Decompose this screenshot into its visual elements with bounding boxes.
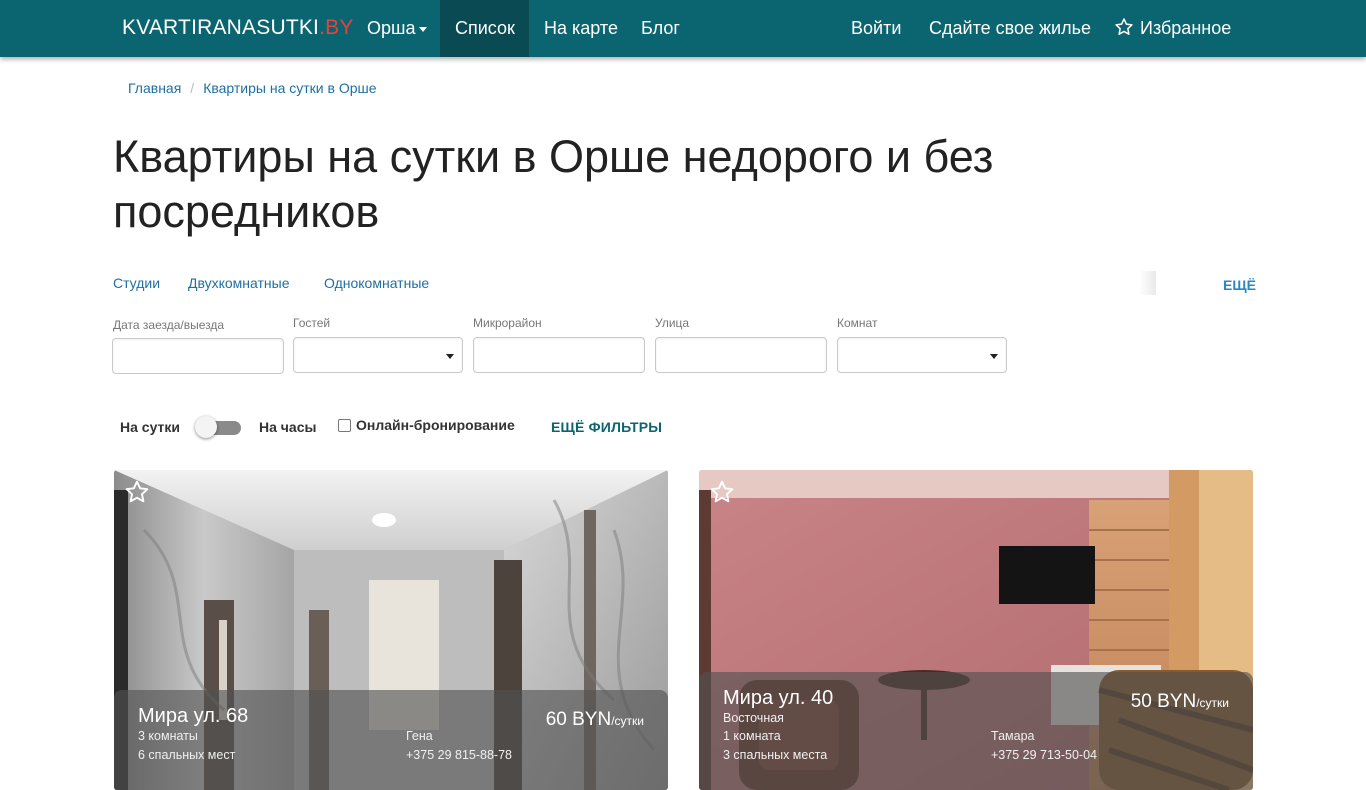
- city-label: Орша: [367, 18, 416, 38]
- online-booking-label[interactable]: Онлайн-бронирование: [356, 417, 515, 433]
- listing-host: Гена: [406, 729, 433, 743]
- site-logo[interactable]: KVARTIRANASUTKI.BY: [122, 16, 354, 40]
- guests-label: Гостей: [293, 316, 331, 330]
- listing-rooms: 3 комнаты: [138, 729, 198, 743]
- top-navbar: KVARTIRANASUTKI.BY Орша Список На карте …: [0, 0, 1366, 57]
- price-value: 50 BYN: [1130, 691, 1197, 712]
- rent-out-link[interactable]: Сдайте свое жилье: [914, 0, 1106, 57]
- listing-district: Восточная: [723, 711, 784, 725]
- star-icon: [1115, 18, 1133, 35]
- favorite-star-icon[interactable]: [124, 479, 150, 505]
- favorite-star-icon[interactable]: [709, 479, 735, 505]
- brand-suffix: .BY: [319, 16, 354, 39]
- dates-label: Дата заезда/выезда: [113, 318, 225, 332]
- listing-info: Мира ул. 40 50 BYN/сутки Восточная 1 ком…: [699, 672, 1253, 790]
- listing-rooms: 1 комната: [723, 729, 781, 743]
- nav-blog-label: Блог: [641, 18, 680, 38]
- quick-link-two-room[interactable]: Двухкомнатные: [188, 275, 290, 291]
- breadcrumb-separator: /: [190, 80, 195, 96]
- quick-links-more[interactable]: ЕЩЁ: [1223, 277, 1256, 293]
- street-input[interactable]: [655, 337, 827, 373]
- daily-label: На сутки: [120, 419, 180, 435]
- scroll-fade: [1139, 271, 1156, 295]
- nav-list-label: Список: [455, 18, 515, 38]
- breadcrumb-home[interactable]: Главная: [128, 80, 181, 96]
- toggle-knob: [195, 416, 217, 438]
- listing-title[interactable]: Мира ул. 40: [723, 687, 833, 710]
- breadcrumb-current[interactable]: Квартиры на сутки в Орше: [203, 80, 376, 96]
- listing-info: Мира ул. 68 60 BYN/сутки 3 комнаты 6 спа…: [114, 690, 668, 790]
- breadcrumb: Главная / Квартиры на сутки в Орше: [128, 80, 377, 96]
- chevron-down-icon: [446, 354, 454, 359]
- price-unit: /сутки: [1196, 696, 1229, 710]
- favorites-link[interactable]: Избранное: [1099, 0, 1246, 57]
- rooms-label: Комнат: [837, 316, 878, 330]
- rooms-select[interactable]: [837, 337, 1007, 373]
- city-dropdown[interactable]: Орша: [352, 0, 442, 57]
- district-input[interactable]: [473, 337, 645, 373]
- listing-beds: 6 спальных мест: [138, 748, 236, 762]
- listing-phone[interactable]: +375 29 713-50-04: [991, 748, 1097, 762]
- dates-input[interactable]: [112, 338, 284, 374]
- chevron-down-icon: [990, 354, 998, 359]
- nav-map-label: На карте: [544, 18, 618, 38]
- district-label: Микрорайон: [473, 316, 542, 330]
- price-value: 60 BYN: [545, 709, 612, 730]
- online-booking-checkbox[interactable]: [338, 419, 351, 432]
- brand-name: KVARTIRANASUTKI: [122, 16, 320, 39]
- listing-phone[interactable]: +375 29 815-88-78: [406, 748, 512, 762]
- login-label: Войти: [851, 18, 902, 38]
- listing-card[interactable]: Мира ул. 68 60 BYN/сутки 3 комнаты 6 спа…: [114, 470, 668, 790]
- page-title: Квартиры на сутки в Орше недорого и без …: [113, 131, 994, 237]
- quick-link-studios[interactable]: Студии: [113, 275, 160, 291]
- rent-out-label: Сдайте свое жилье: [929, 18, 1091, 38]
- listing-card[interactable]: Мира ул. 40 50 BYN/сутки Восточная 1 ком…: [699, 470, 1253, 790]
- more-filters-button[interactable]: ЕЩЁ ФИЛЬТРЫ: [551, 419, 662, 435]
- daily-hourly-toggle[interactable]: [195, 416, 241, 438]
- listing-beds: 3 спальных места: [723, 748, 828, 762]
- price-unit: /сутки: [611, 714, 644, 728]
- listing-price: 50 BYN/сутки: [1131, 691, 1229, 713]
- street-label: Улица: [655, 316, 690, 330]
- chevron-down-icon: [419, 26, 428, 32]
- nav-map[interactable]: На карте: [529, 0, 633, 57]
- listing-host: Тамара: [991, 729, 1035, 743]
- listing-price: 60 BYN/сутки: [546, 709, 644, 731]
- hourly-label: На часы: [259, 419, 317, 435]
- listing-title[interactable]: Мира ул. 68: [138, 705, 248, 728]
- nav-list[interactable]: Список: [440, 0, 529, 57]
- login-link[interactable]: Войти: [836, 0, 916, 57]
- guests-select[interactable]: [293, 337, 463, 373]
- favorites-label: Избранное: [1140, 18, 1232, 38]
- nav-blog[interactable]: Блог: [626, 0, 695, 57]
- quick-link-one-room[interactable]: Однокомнатные: [324, 275, 429, 291]
